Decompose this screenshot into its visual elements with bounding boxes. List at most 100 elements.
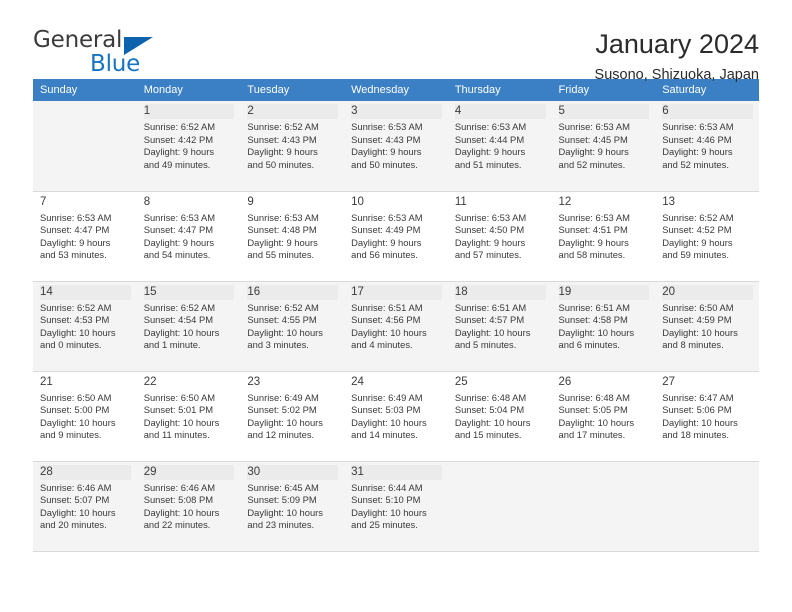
calendar-day-cell[interactable]: 29 Sunrise: 6:46 AM Sunset: 5:08 PM Dayligh… — [136, 461, 241, 552]
sunrise-text: Sunrise: 6:47 AM — [662, 391, 734, 403]
calendar-week-row: 14 Sunrise: 6:52 AM Sunset: 4:53 PM Dayligh… — [33, 281, 759, 372]
calendar-day-cell[interactable]: 4 Sunrise: 6:53 AM Sunset: 4:44 PM Daylight… — [447, 101, 552, 192]
daylight-text-line2: and 11 minutes. — [143, 429, 210, 441]
daylight-text-line1: Daylight: 9 hours — [247, 236, 318, 248]
daylight-text-line2: and 23 minutes. — [247, 519, 315, 531]
sunset-text: Sunset: 4:44 PM — [454, 133, 525, 145]
sunrise-text: Sunrise: 6:46 AM — [143, 481, 216, 493]
calendar-day-cell[interactable]: 22 Sunrise: 6:50 AM Sunset: 5:01 PM Dayligh… — [136, 371, 241, 462]
sunset-text: Sunset: 5:07 PM — [40, 494, 110, 506]
calendar-day-cell[interactable]: 9 Sunrise: 6:53 AM Sunset: 4:48 PM Daylight… — [240, 191, 345, 282]
daylight-text-line2: and 12 minutes. — [247, 429, 315, 441]
day-number: 8 — [143, 195, 151, 208]
sunset-text: Sunset: 4:45 PM — [558, 133, 628, 145]
daylight-text-line2: and 54 minutes. — [143, 249, 211, 261]
calendar-day-cell[interactable]: 17 Sunrise: 6:51 AM Sunset: 4:56 PM Dayligh… — [344, 281, 448, 372]
day-sun-info: Sunrise: 6:50 AM Sunset: 5:00 PM Daylight:… — [40, 392, 131, 442]
general-blue-logo[interactable]: General Blue — [33, 27, 213, 85]
day-sun-info: Sunrise: 6:50 AM Sunset: 5:01 PM Daylight:… — [144, 392, 235, 442]
daylight-text-line1: Daylight: 9 hours — [247, 146, 318, 158]
sunrise-text: Sunrise: 6:52 AM — [143, 121, 216, 132]
daylight-text-line1: Daylight: 10 hours — [247, 326, 323, 338]
sunrise-text: Sunrise: 6:45 AM — [247, 481, 319, 493]
calendar-day-cell[interactable]: 27 Sunrise: 6:47 AM Sunset: 5:06 PM Dayligh… — [655, 371, 759, 462]
calendar-day-cell[interactable]: 10 Sunrise: 6:53 AM Sunset: 4:49 PM Dayligh… — [344, 191, 448, 282]
calendar-day-cell[interactable]: 31 Sunrise: 6:44 AM Sunset: 5:10 PM Dayligh… — [344, 461, 448, 552]
sunrise-text: Sunrise: 6:52 AM — [247, 301, 319, 313]
day-number: 29 — [143, 464, 235, 480]
calendar-day-cell[interactable]: 6 Sunrise: 6:53 AM Sunset: 4:46 PM Daylight… — [655, 101, 759, 192]
sunrise-text: Sunrise: 6:51 AM — [558, 301, 630, 313]
calendar-day-cell[interactable]: 21 Sunrise: 6:50 AM Sunset: 5:00 PM Dayligh… — [33, 371, 137, 462]
sunset-text: Sunset: 4:48 PM — [247, 224, 317, 236]
day-sun-info: Sunrise: 6:48 AM Sunset: 5:05 PM Daylight:… — [559, 392, 650, 442]
sunrise-text: Sunrise: 6:48 AM — [454, 391, 527, 403]
day-cell-content: 21 Sunrise: 6:50 AM Sunset: 5:00 PM Dayligh… — [33, 372, 137, 461]
day-cell-content: 1 Sunrise: 6:52 AM Sunset: 4:42 PM Daylight… — [137, 101, 241, 191]
sunset-text: Sunset: 4:53 PM — [40, 314, 110, 326]
calendar-day-cell[interactable]: 26 Sunrise: 6:48 AM Sunset: 5:05 PM Dayligh… — [551, 371, 656, 462]
sunrise-text: Sunrise: 6:53 AM — [247, 211, 319, 223]
day-cell-content: 23 Sunrise: 6:49 AM Sunset: 5:02 PM Dayligh… — [240, 372, 344, 461]
calendar-day-cell[interactable]: 14 Sunrise: 6:52 AM Sunset: 4:53 PM Dayligh… — [33, 281, 137, 372]
sunrise-text: Sunrise: 6:44 AM — [351, 481, 423, 493]
sunrise-text: Sunrise: 6:51 AM — [351, 301, 423, 313]
calendar-day-cell[interactable]: 16 Sunrise: 6:52 AM Sunset: 4:55 PM Dayligh… — [240, 281, 345, 372]
daylight-text-line2: and 22 minutes. — [143, 519, 211, 531]
daylight-text-line2: and 50 minutes. — [351, 158, 418, 170]
calendar-week-row: 21 Sunrise: 6:50 AM Sunset: 5:00 PM Dayligh… — [33, 371, 759, 462]
calendar-day-cell[interactable]: 24 Sunrise: 6:49 AM Sunset: 5:03 PM Dayligh… — [344, 371, 448, 462]
day-number: 31 — [351, 464, 442, 480]
calendar-day-cell[interactable]: 28 Sunrise: 6:46 AM Sunset: 5:07 PM Dayligh… — [33, 461, 137, 552]
day-number: 11 — [454, 195, 467, 208]
day-cell-content: 31 Sunrise: 6:44 AM Sunset: 5:10 PM Dayligh… — [344, 462, 448, 551]
day-number: 3 — [351, 104, 442, 119]
day-cell-content: 5 Sunrise: 6:53 AM Sunset: 4:45 PM Daylight… — [552, 101, 656, 191]
sunrise-text: Sunrise: 6:53 AM — [558, 211, 630, 223]
sunset-text: Sunset: 4:59 PM — [662, 314, 732, 326]
day-number: 26 — [558, 375, 572, 388]
day-sun-info: Sunrise: 6:45 AM Sunset: 5:09 PM Daylight:… — [247, 482, 338, 532]
daylight-text-line1: Daylight: 10 hours — [143, 416, 220, 428]
calendar-day-cell[interactable]: 23 Sunrise: 6:49 AM Sunset: 5:02 PM Dayligh… — [240, 371, 345, 462]
day-cell-content: 14 Sunrise: 6:52 AM Sunset: 4:53 PM Dayligh… — [33, 282, 137, 371]
daylight-text-line1: Daylight: 9 hours — [454, 146, 526, 158]
daylight-text-line1: Daylight: 9 hours — [143, 146, 215, 158]
sunset-text: Sunset: 5:04 PM — [454, 404, 525, 416]
daylight-text-line1: Daylight: 9 hours — [143, 236, 215, 248]
calendar-body: 1 Sunrise: 6:52 AM Sunset: 4:42 PM Daylight… — [33, 101, 759, 552]
sunset-text: Sunset: 5:03 PM — [351, 404, 421, 416]
day-sun-info: Sunrise: 6:48 AM Sunset: 5:04 PM Daylight:… — [455, 392, 546, 442]
daylight-text-line1: Daylight: 9 hours — [662, 146, 733, 158]
sunrise-text: Sunrise: 6:48 AM — [558, 391, 630, 403]
calendar-day-cell[interactable]: 5 Sunrise: 6:53 AM Sunset: 4:45 PM Daylight… — [551, 101, 656, 192]
day-number: 4 — [454, 104, 546, 119]
calendar-day-cell[interactable]: 15 Sunrise: 6:52 AM Sunset: 4:54 PM Dayligh… — [136, 281, 241, 372]
calendar-week-row: 28 Sunrise: 6:46 AM Sunset: 5:07 PM Dayligh… — [33, 461, 759, 552]
calendar-day-cell[interactable]: 13 Sunrise: 6:52 AM Sunset: 4:52 PM Dayligh… — [655, 191, 759, 282]
calendar-day-cell[interactable]: 2 Sunrise: 6:52 AM Sunset: 4:43 PM Daylight… — [240, 101, 345, 192]
calendar-day-cell[interactable]: 3 Sunrise: 6:53 AM Sunset: 4:43 PM Daylight… — [344, 101, 448, 192]
daylight-text-line1: Daylight: 10 hours — [40, 326, 116, 338]
day-sun-info: Sunrise: 6:53 AM Sunset: 4:49 PM Daylight:… — [351, 212, 442, 262]
calendar-day-cell[interactable]: 30 Sunrise: 6:45 AM Sunset: 5:09 PM Dayligh… — [240, 461, 345, 552]
day-number: 28 — [40, 464, 131, 480]
calendar-day-cell[interactable]: 1 Sunrise: 6:52 AM Sunset: 4:42 PM Daylight… — [136, 101, 241, 192]
calendar-day-cell[interactable]: 25 Sunrise: 6:48 AM Sunset: 5:04 PM Dayligh… — [447, 371, 552, 462]
daylight-text-line1: Daylight: 10 hours — [40, 506, 116, 518]
calendar-empty-cell — [551, 461, 656, 552]
calendar-day-cell[interactable]: 19 Sunrise: 6:51 AM Sunset: 4:58 PM Dayligh… — [551, 281, 656, 372]
sunrise-text: Sunrise: 6:49 AM — [351, 391, 423, 403]
calendar-day-cell[interactable]: 8 Sunrise: 6:53 AM Sunset: 4:47 PM Daylight… — [136, 191, 241, 282]
day-number: 13 — [662, 195, 676, 208]
day-cell-content: 19 Sunrise: 6:51 AM Sunset: 4:58 PM Dayligh… — [552, 282, 656, 371]
calendar-day-cell[interactable]: 12 Sunrise: 6:53 AM Sunset: 4:51 PM Dayligh… — [551, 191, 656, 282]
day-number: 21 — [40, 375, 53, 388]
day-cell-content: 30 Sunrise: 6:45 AM Sunset: 5:09 PM Dayligh… — [240, 462, 344, 551]
sunrise-text: Sunrise: 6:53 AM — [454, 211, 527, 223]
calendar-day-cell[interactable]: 20 Sunrise: 6:50 AM Sunset: 4:59 PM Dayligh… — [655, 281, 759, 372]
daylight-text-line2: and 58 minutes. — [558, 249, 626, 261]
calendar-day-cell[interactable]: 7 Sunrise: 6:53 AM Sunset: 4:47 PM Daylight… — [33, 191, 137, 282]
calendar-day-cell[interactable]: 18 Sunrise: 6:51 AM Sunset: 4:57 PM Dayligh… — [447, 281, 552, 372]
calendar-day-cell[interactable]: 11 Sunrise: 6:53 AM Sunset: 4:50 PM Dayligh… — [447, 191, 552, 282]
